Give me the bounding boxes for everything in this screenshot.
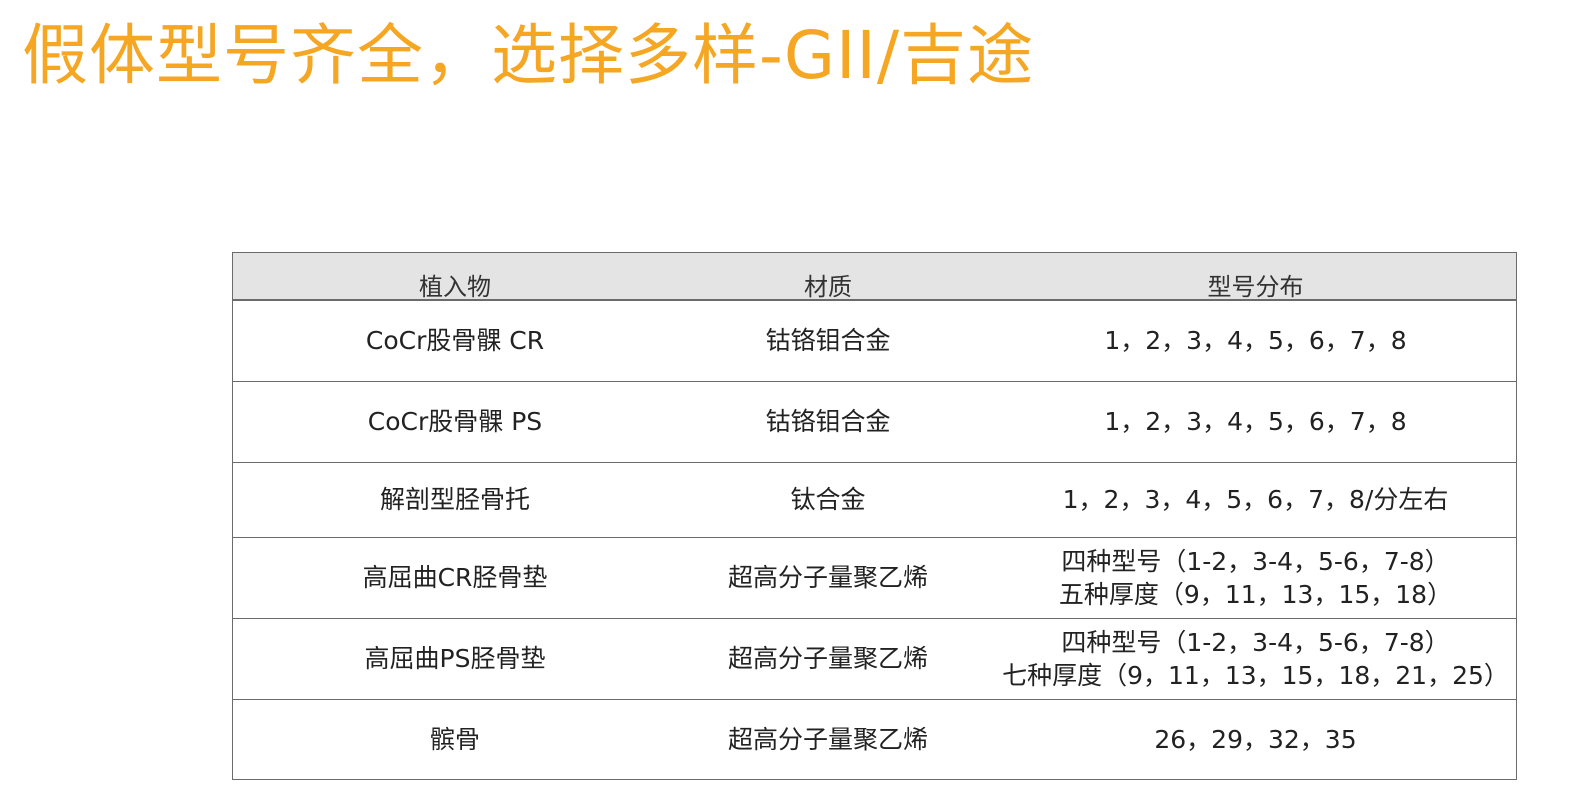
material-cell: 钴铬钼合金 [765,326,891,355]
implant-cell: CoCr股骨髁 CR [365,326,545,355]
material-cell: 超高分子量聚乙烯 [727,724,928,754]
material-cell: 超高分子量聚乙烯 [727,644,928,673]
header-material: 材质 [804,273,852,301]
sizes-line: 四种型号（1-2，3-4，5-6，7-8） [1061,547,1450,576]
implant-cell: 高屈曲CR胫骨垫 [362,563,548,592]
sizes-line: 五种厚度（9，11，13，15，18） [1058,580,1453,609]
sizes-line: 四种型号（1-2，3-4，5-6，7-8） [1061,628,1450,657]
header-implant: 植入物 [419,273,491,301]
table-row: 解剖型胫骨托 钛合金 1，2，3，4，5，6，7，8/分左右 [233,463,1516,538]
implant-cell: 高屈曲PS胫骨垫 [364,644,546,673]
table-row: 髌骨 超高分子量聚乙烯 26，29，32，35 [233,700,1516,779]
sizes-cell: 1，2，3，4，5，6，7，8 [1104,407,1407,436]
sizes-cell: 1，2，3，4，5，6，7，8 [1104,326,1407,355]
table-row: 高屈曲PS胫骨垫 超高分子量聚乙烯 四种型号（1-2，3-4，5-6，7-8） … [233,619,1516,700]
sizes-cell: 26，29，32，35 [1154,724,1357,754]
table-row: CoCr股骨髁 CR 钴铬钼合金 1，2，3，4，5，6，7，8 [233,301,1516,382]
material-cell: 钴铬钼合金 [765,407,891,436]
implant-cell: 解剖型胫骨托 [379,485,530,514]
sizes-cell: 四种型号（1-2，3-4，5-6，7-8） 五种厚度（9，11，13，15，18… [993,538,1518,618]
table-row: 高屈曲CR胫骨垫 超高分子量聚乙烯 四种型号（1-2，3-4，5-6，7-8） … [233,538,1516,619]
page-title: 假体型号齐全，选择多样-GII/吉途 [22,17,1035,94]
sizes-cell: 1，2，3，4，5，6，7，8/分左右 [1062,485,1449,514]
table-row: CoCr股骨髁 PS 钴铬钼合金 1，2，3，4，5，6，7，8 [233,382,1516,463]
implant-cell: 髌骨 [429,724,480,754]
sizes-line: 七种厚度（9，11，13，15，18，21，25） [1002,661,1509,690]
material-cell: 超高分子量聚乙烯 [727,563,928,592]
implant-cell: CoCr股骨髁 PS [367,407,543,436]
implant-table: 植入物 材质 型号分布 CoCr股骨髁 CR 钴铬钼合金 1，2，3，4，5，6… [232,252,1517,780]
header-sizes: 型号分布 [1207,273,1304,301]
table-header-row: 植入物 材质 型号分布 [233,253,1516,301]
sizes-cell: 四种型号（1-2，3-4，5-6，7-8） 七种厚度（9，11，13，15，18… [993,619,1518,699]
material-cell: 钛合金 [790,485,866,514]
